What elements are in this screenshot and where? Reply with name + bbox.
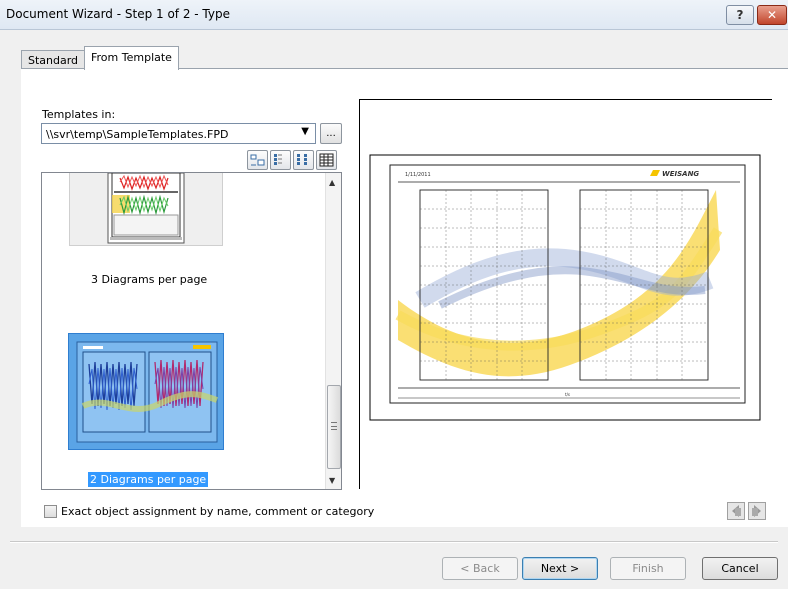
previous-page-button[interactable] xyxy=(727,502,745,520)
templates-path-combo[interactable]: \\svr\temp\SampleTemplates.FPD ▼ xyxy=(41,123,316,144)
view-large-icons-button[interactable] xyxy=(247,150,268,170)
separator xyxy=(10,541,778,543)
preview-x-label: t/s xyxy=(565,392,570,397)
scroll-down-arrow-icon[interactable]: ▼ xyxy=(329,476,335,485)
tab-standard[interactable]: Standard xyxy=(21,50,86,69)
view-small-icons-button[interactable] xyxy=(270,150,291,170)
scrollbar-thumb[interactable] xyxy=(327,385,341,469)
next-button[interactable]: Next > xyxy=(522,557,598,580)
small-icons-icon xyxy=(274,154,282,165)
template-list[interactable]: 3 Diagrams per page 2 Diagrams per page … xyxy=(41,172,342,490)
title-bar: Document Wizard - Step 1 of 2 - Type ? ✕ xyxy=(0,0,788,30)
preview-brand: WEISANG xyxy=(662,170,699,178)
template-thumbnail-3-diagrams[interactable] xyxy=(69,173,223,246)
large-icons-icon xyxy=(250,154,265,166)
two-diagrams-preview-image xyxy=(76,341,218,443)
template-preview-pane: 1/11/2011 WEISANG t/s xyxy=(359,99,772,489)
templates-path-value: \\svr\temp\SampleTemplates.FPD xyxy=(46,128,229,141)
scroll-up-arrow-icon[interactable]: ▲ xyxy=(329,178,335,187)
template-list-scrollbar[interactable]: ▲ ▼ xyxy=(325,173,341,489)
previous-page-icon xyxy=(732,505,741,517)
close-button[interactable]: ✕ xyxy=(757,5,787,25)
list-icon xyxy=(297,154,307,165)
view-details-button[interactable] xyxy=(316,150,337,170)
next-page-icon xyxy=(752,505,761,517)
browse-button[interactable]: ... xyxy=(320,123,342,144)
dropdown-arrow-icon[interactable]: ▼ xyxy=(301,126,309,137)
window-title: Document Wizard - Step 1 of 2 - Type xyxy=(6,7,230,21)
next-page-button[interactable] xyxy=(748,502,766,520)
template-caption-3-diagrams[interactable]: 3 Diagrams per page xyxy=(91,273,207,286)
preview-date: 1/11/2011 xyxy=(405,172,431,178)
three-diagrams-preview-image xyxy=(107,173,185,244)
details-icon xyxy=(319,153,334,167)
help-button[interactable]: ? xyxy=(726,5,754,25)
template-thumbnail-2-diagrams[interactable] xyxy=(68,333,224,450)
templates-in-label: Templates in: xyxy=(42,108,116,121)
exact-assignment-checkbox[interactable] xyxy=(44,505,57,518)
back-button[interactable]: < Back xyxy=(442,557,518,580)
cancel-button[interactable]: Cancel xyxy=(702,557,778,580)
finish-button[interactable]: Finish xyxy=(610,557,686,580)
scrollbar-grip-icon xyxy=(331,422,337,430)
tab-from-template[interactable]: From Template xyxy=(84,46,179,70)
page-preview-image: 1/11/2011 WEISANG t/s xyxy=(369,154,761,421)
view-list-button[interactable] xyxy=(293,150,314,170)
template-caption-2-diagrams[interactable]: 2 Diagrams per page xyxy=(88,472,209,487)
exact-assignment-label[interactable]: Exact object assignment by name, comment… xyxy=(61,505,374,518)
